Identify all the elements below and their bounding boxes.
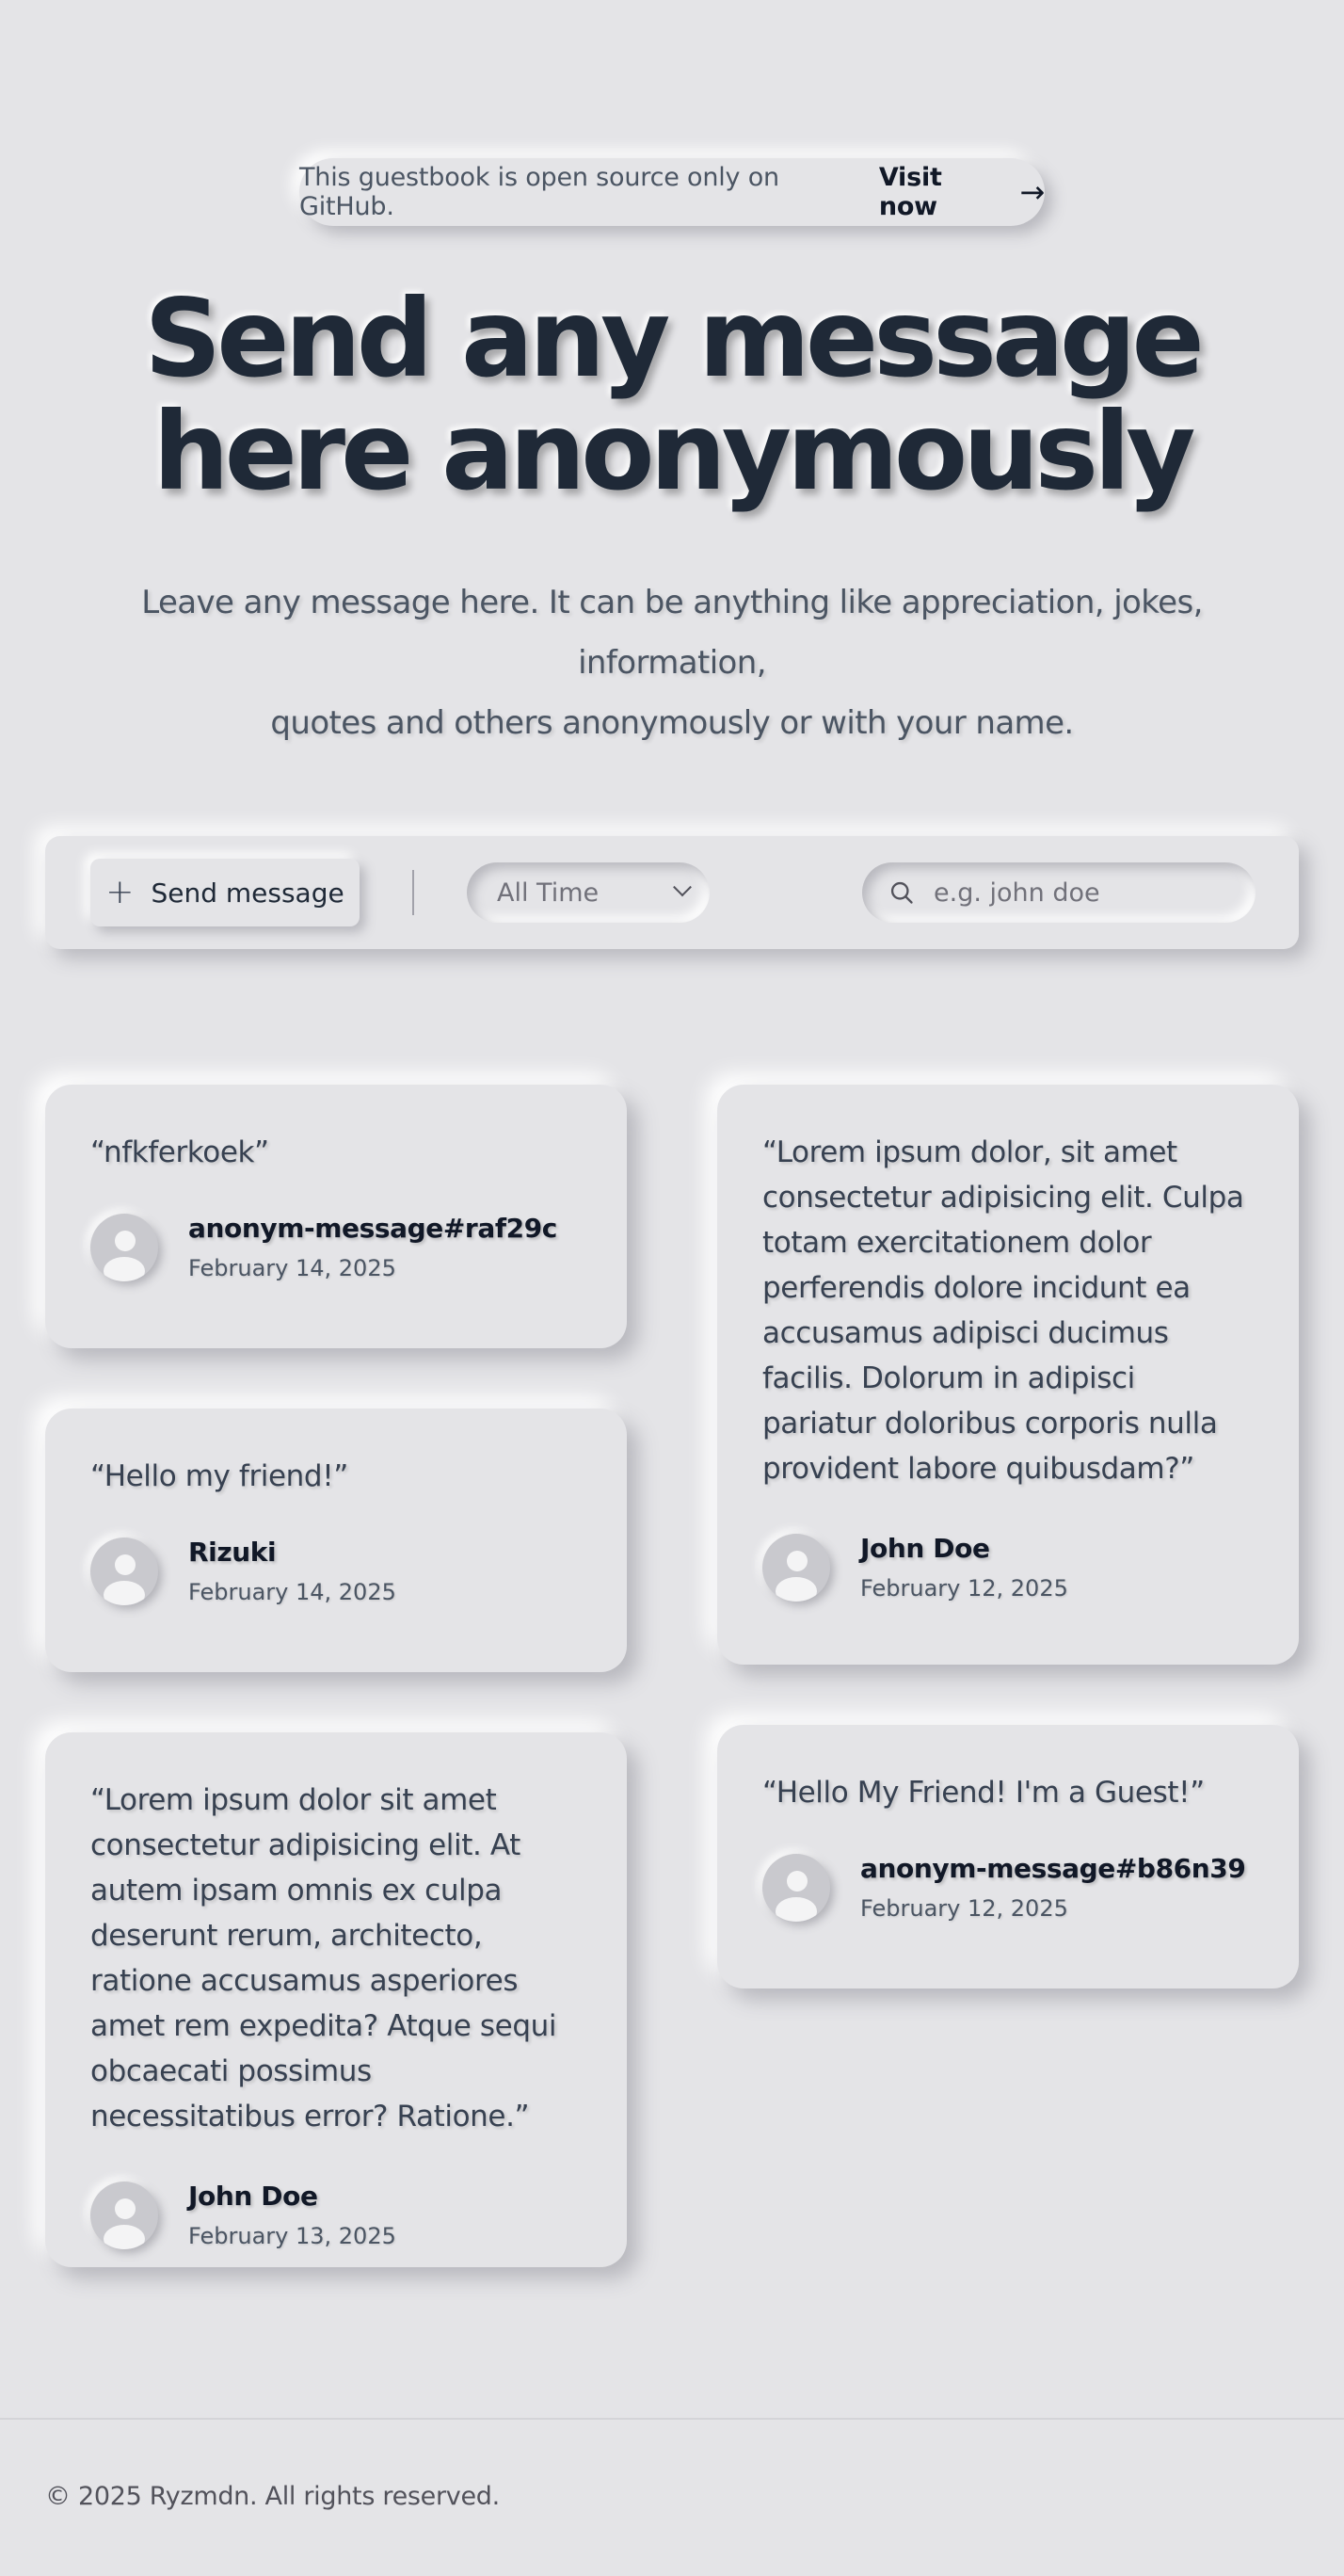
message-card: “Lorem ipsum dolor, sit amet consectetur… [717, 1085, 1299, 1665]
message-date: February 14, 2025 [188, 1579, 396, 1605]
author-name: Rizuki [188, 1537, 277, 1568]
message-author: John Doe February 12, 2025 [762, 1533, 1254, 1602]
arrow-right-icon: → [1019, 174, 1045, 210]
author-name: John Doe [860, 1533, 990, 1564]
time-filter-value: All Time [497, 877, 600, 908]
message-text: “Lorem ipsum dolor sit amet consectetur … [90, 1783, 557, 2133]
toolbar: + Send message All Time [45, 836, 1299, 949]
author-name: anonym-message#b86n39 [860, 1853, 1246, 1884]
message-date: February 12, 2025 [860, 1575, 1068, 1602]
title-line-2: here anonymously [152, 389, 1195, 514]
send-message-button[interactable]: + Send message [90, 859, 360, 926]
message-author: Rizuki February 14, 2025 [90, 1537, 582, 1605]
message-text: “nfkferkoek” [90, 1135, 269, 1169]
avatar [762, 1853, 830, 1922]
github-banner: This guestbook is open source only on Gi… [299, 158, 1045, 226]
page-title: Send any message here anonymously [0, 282, 1344, 508]
avatar [90, 2181, 158, 2249]
message-author: anonym-message#b86n39 February 12, 2025 [762, 1853, 1254, 1922]
banner-text: This guestbook is open source only on Gi… [299, 163, 779, 221]
page-subtitle: Leave any message here. It can be anythi… [47, 572, 1297, 753]
avatar [90, 1537, 158, 1605]
search-input[interactable] [934, 877, 1216, 908]
message-date: February 12, 2025 [860, 1895, 1068, 1922]
author-name: John Doe [188, 2181, 318, 2212]
search-icon [890, 881, 913, 904]
chevron-down-icon [673, 877, 692, 897]
message-author: John Doe February 13, 2025 [90, 2181, 582, 2249]
message-author: anonym-message#raf29c February 14, 2025 [90, 1213, 582, 1281]
visit-now-label: Visit now [878, 163, 942, 221]
message-date: February 13, 2025 [188, 2223, 396, 2249]
message-card: “Hello my friend!” Rizuki February 14, 2… [45, 1409, 627, 1672]
toolbar-divider [412, 870, 414, 915]
message-text: “Hello My Friend! I'm a Guest!” [762, 1776, 1205, 1810]
subtitle-line-1: Leave any message here. It can be anythi… [141, 584, 1203, 682]
plus-icon: + [105, 873, 135, 911]
avatar [90, 1213, 158, 1281]
visit-now-link[interactable]: Visit now → [879, 163, 1045, 221]
avatar [762, 1533, 830, 1602]
message-card: “Lorem ipsum dolor sit amet consectetur … [45, 1732, 627, 2267]
footer-copyright: © 2025 Ryzmdn. All rights reserved. [45, 2482, 500, 2511]
message-card: “nfkferkoek” anonym-message#raf29c Febru… [45, 1085, 627, 1348]
author-name: anonym-message#raf29c [188, 1213, 557, 1244]
message-card: “Hello My Friend! I'm a Guest!” anonym-m… [717, 1725, 1299, 1988]
message-text: “Hello my friend!” [90, 1459, 348, 1493]
time-filter-select[interactable]: All Time [467, 862, 710, 923]
footer-divider [0, 2418, 1344, 2420]
search-box [862, 862, 1256, 923]
send-message-label: Send message [151, 877, 344, 909]
subtitle-line-2: quotes and others anonymously or with yo… [270, 704, 1074, 742]
title-line-1: Send any message [144, 276, 1205, 401]
message-text: “Lorem ipsum dolor, sit amet consectetur… [762, 1135, 1244, 1486]
message-date: February 14, 2025 [188, 1255, 396, 1281]
